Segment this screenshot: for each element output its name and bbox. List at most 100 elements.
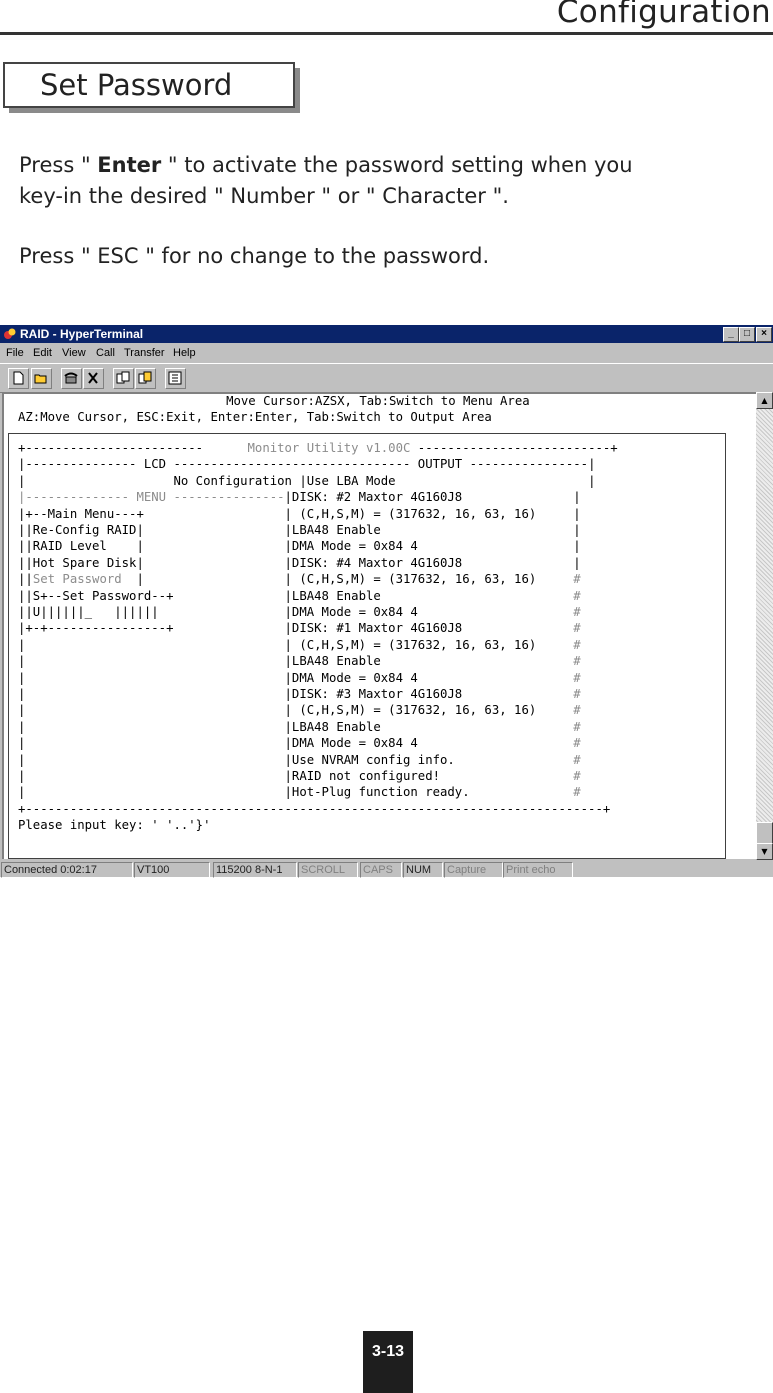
scroll-down-button[interactable]: ▼ [756,843,773,860]
app-icon [4,328,16,339]
lcd-text: | [18,736,285,751]
terminal-hint-output: AZ:Move Cursor, ESC:Exit, Enter:Enter, T… [18,410,492,424]
output-text: |Use LBA Mode [299,473,589,488]
row-end: | [573,523,581,537]
page-header-title: Configuration [556,0,771,30]
lcd-highlight: |-------------- MENU --------------- [18,490,285,505]
hyperterminal-window: RAID - HyperTerminal _ □ × File Edit Vie… [0,325,773,878]
instruction-suffix: " to activate the password setting when … [161,153,633,177]
row-end: # [573,719,581,734]
output-text: |LBA48 Enable [284,588,574,603]
output-text: |DISK: #2 Maxtor 4G160J8 [284,490,574,505]
frame-top-left: +------------------------ [18,441,204,455]
phone-icon[interactable] [61,368,82,389]
lcd-text: | No Configuration [18,473,300,488]
maximize-button[interactable]: □ [739,327,755,342]
input-prompt: Please input key: ' '..'}' [18,817,211,833]
row-end: # [573,621,581,636]
row-end: # [573,687,581,701]
scroll-up-button[interactable]: ▲ [756,392,773,409]
receive-icon[interactable] [135,368,156,389]
monitor-row: | |DMA Mode = 0x84 4 # [18,670,581,686]
scroll-thumb[interactable] [756,822,773,844]
page-number: 3-13 [363,1331,413,1393]
output-text: |LBA48 Enable [284,523,574,537]
new-icon[interactable] [8,368,29,389]
monitor-row: | No Configuration |Use LBA Mode | [18,473,595,489]
menu-edit[interactable]: Edit [33,347,52,359]
vertical-scrollbar[interactable]: ▲ ▼ [756,392,773,860]
monitor-row: |+-+----------------+ |DISK: #1 Maxtor 4… [18,620,581,636]
terminal-hint-menu: Move Cursor:AZSX, Tab:Switch to Menu Are… [4,394,530,408]
send-icon[interactable] [113,368,134,389]
monitor-row: |-------------- MENU ---------------|DIS… [18,489,581,505]
lcd-text: | [18,752,285,767]
lcd-text: ||S+--Set Password--+ [18,588,285,603]
menu-call[interactable]: Call [96,347,115,359]
row-end: # [573,605,581,619]
monitor-row: | |Use NVRAM config info. # [18,752,581,768]
menu-view[interactable]: View [62,347,86,359]
frame-bottom: +---------------------------------------… [18,801,610,817]
prompt-text: Please input key: ' '..'}' [18,818,211,833]
monitor-row: ||RAID Level | |DMA Mode = 0x84 4 | [18,538,581,554]
window-title: RAID - HyperTerminal [20,327,144,341]
lcd-text: ||Re-Config RAID| [18,523,285,537]
toolbar [0,363,773,393]
lcd-text: || [18,572,33,587]
row-end: # [573,654,581,669]
status-print-echo: Print echo [503,862,573,878]
lcd-text: |+-+----------------+ [18,621,285,636]
instruction-line-2: key-in the desired " Number " or " Chara… [19,184,509,208]
output-text: |LBA48 Enable [284,654,574,669]
status-connected: Connected 0:02:17 [1,862,133,878]
row-end: # [573,769,581,783]
monitor-row: ||U||||||_ |||||| |DMA Mode = 0x84 4 # [18,604,581,620]
row-end: | [573,539,581,554]
instruction-esc: Press " ESC " for no change to the passw… [19,244,490,268]
close-button[interactable]: × [756,327,772,342]
lcd-output-header: |--------------- LCD -------------------… [18,456,595,472]
status-emulation: VT100 [134,862,210,878]
output-text: |DMA Mode = 0x84 4 [284,539,574,554]
output-text: |Use NVRAM config info. [284,752,574,767]
row-end: # [573,637,581,652]
row-end: | [588,473,596,488]
output-text: |DMA Mode = 0x84 4 [284,605,574,619]
monitor-row: |+--Main Menu---+ | (C,H,S,M) = (317632,… [18,506,581,522]
lcd-text: | [18,687,285,701]
disconnect-icon[interactable] [83,368,104,389]
lcd-header: |--------------- LCD [18,457,174,472]
menu-file[interactable]: File [6,347,24,359]
monitor-row: | |Hot-Plug function ready. # [18,784,581,800]
menu-help[interactable]: Help [173,347,196,359]
output-text: |LBA48 Enable [284,719,574,734]
open-icon[interactable] [31,368,52,389]
window-titlebar: RAID - HyperTerminal _ □ × [0,325,773,343]
monitor-utility-title: Monitor Utility v1.00C [203,441,418,455]
row-end: | [573,506,581,521]
row-end: # [573,752,581,767]
properties-icon[interactable] [165,368,186,389]
minimize-button[interactable]: _ [723,327,739,342]
row-end: # [573,785,581,800]
row-end: | [573,555,581,570]
output-text: |DMA Mode = 0x84 4 [284,736,574,751]
enter-key-label: Enter [97,153,162,177]
output-text: |Hot-Plug function ready. [284,785,574,800]
lcd-text: ||Hot Spare Disk| [18,555,285,570]
monitor-row: | |LBA48 Enable # [18,719,581,735]
menu-bar: File Edit View Call Transfer Help [0,344,773,362]
lcd-text: | [18,703,285,718]
lcd-text: | [18,637,285,652]
monitor-row: | | (C,H,S,M) = (317632, 16, 63, 16) # [18,637,581,653]
output-text: |DMA Mode = 0x84 4 [284,670,574,685]
status-scroll: SCROLL [298,862,358,878]
section-title: Set Password [40,68,233,102]
frame-top-right: --------------------------+ [417,441,618,455]
menu-transfer[interactable]: Transfer [124,347,165,359]
output-text: | (C,H,S,M) = (317632, 16, 63, 16) [284,637,574,652]
frame-bottom: +---------------------------------------… [18,801,611,816]
output-text: |DISK: #4 Maxtor 4G160J8 [284,555,574,570]
monitor-row: | |RAID not configured! # [18,768,581,784]
